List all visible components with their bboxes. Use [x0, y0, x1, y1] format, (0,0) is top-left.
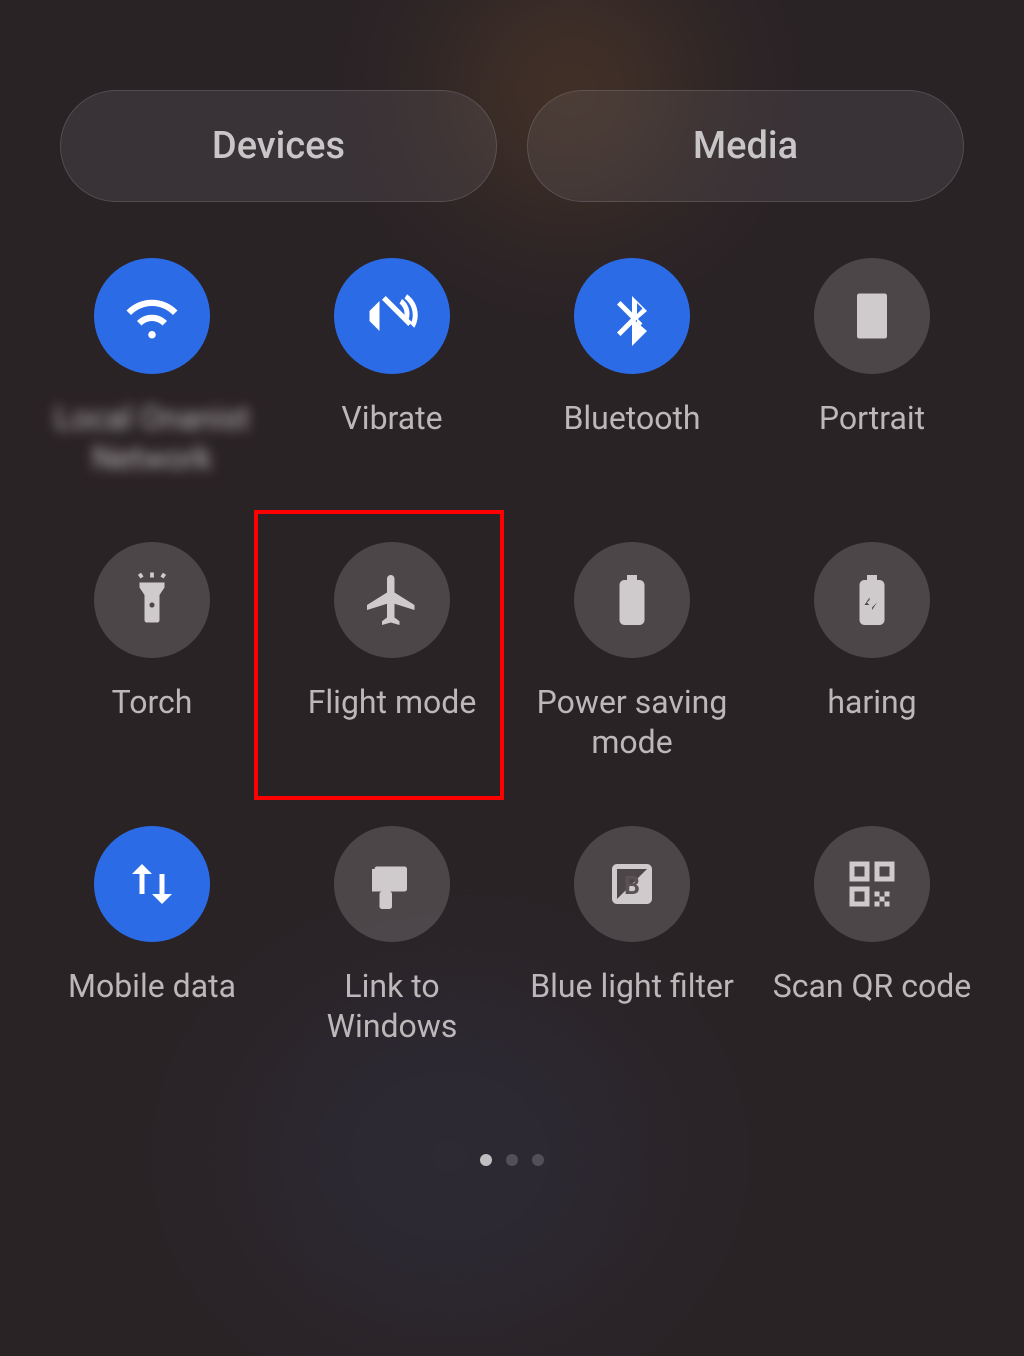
- tile-blue-light[interactable]: B Blue light filter: [512, 826, 752, 1046]
- quick-settings-panel: Devices Media Local Onanist Network Vibr…: [0, 0, 1024, 1256]
- tiles-grid: Local Onanist Network Vibrate Bluetooth …: [20, 258, 1004, 1046]
- page-dot: [532, 1154, 544, 1166]
- tile-label: Power saving mode: [527, 682, 737, 762]
- tile-label: Vibrate: [341, 398, 442, 438]
- page-dot: [506, 1154, 518, 1166]
- mobile-data-icon: [94, 826, 210, 942]
- tile-torch[interactable]: Torch: [32, 542, 272, 762]
- tile-label: Flight mode: [308, 682, 477, 722]
- vibrate-icon: [334, 258, 450, 374]
- tile-label: Local Onanist Network: [47, 398, 257, 478]
- bluetooth-icon: [574, 258, 690, 374]
- tile-sharing[interactable]: haring Wir: [752, 542, 992, 762]
- tile-label: Portrait: [819, 398, 925, 438]
- tile-label: Bluetooth: [563, 398, 700, 438]
- devices-button[interactable]: Devices: [60, 90, 497, 202]
- tile-portrait[interactable]: Portrait: [752, 258, 992, 478]
- page-dot: [480, 1154, 492, 1166]
- tile-wifi[interactable]: Local Onanist Network: [32, 258, 272, 478]
- qr-icon: [814, 826, 930, 942]
- top-buttons-row: Devices Media: [20, 0, 1004, 202]
- airplane-icon: [334, 542, 450, 658]
- tile-power-saving[interactable]: Power saving mode: [512, 542, 752, 762]
- tile-bluetooth[interactable]: Bluetooth: [512, 258, 752, 478]
- svg-text:B: B: [624, 872, 640, 901]
- tile-flight-mode[interactable]: Flight mode: [272, 542, 512, 762]
- tile-scan-qr[interactable]: Scan QR code: [752, 826, 992, 1046]
- tile-label: Mobile data: [68, 966, 236, 1006]
- tile-label: Link to Windows: [287, 966, 497, 1046]
- link-windows-icon: [334, 826, 450, 942]
- tile-mobile-data[interactable]: Mobile data: [32, 826, 272, 1046]
- orientation-lock-icon: [814, 258, 930, 374]
- tile-label: Torch: [112, 682, 193, 722]
- battery-recycle-icon: [574, 542, 690, 658]
- battery-share-icon: [814, 542, 930, 658]
- torch-icon: [94, 542, 210, 658]
- tile-label: Blue light filter: [530, 966, 734, 1006]
- blue-light-icon: B: [574, 826, 690, 942]
- tile-label: haring: [827, 682, 916, 722]
- wifi-icon: [94, 258, 210, 374]
- tile-vibrate[interactable]: Vibrate: [272, 258, 512, 478]
- page-indicator[interactable]: [480, 1154, 544, 1166]
- tile-link-windows[interactable]: Link to Windows: [272, 826, 512, 1046]
- tile-label: Scan QR code: [773, 966, 971, 1006]
- media-button[interactable]: Media: [527, 90, 964, 202]
